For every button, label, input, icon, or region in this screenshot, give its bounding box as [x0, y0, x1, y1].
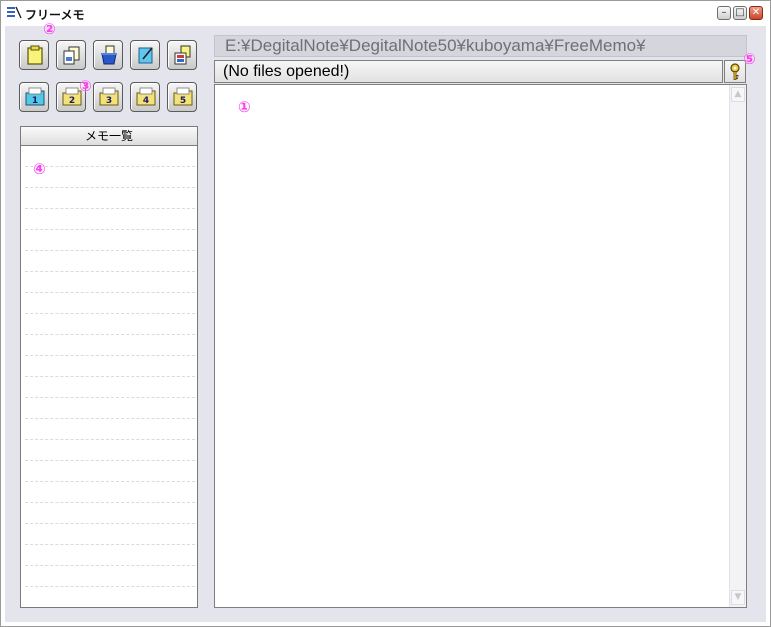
- app-icon: [7, 6, 22, 19]
- folder-3-button[interactable]: 3: [93, 82, 123, 112]
- memo-editor[interactable]: ▲ ▼: [214, 84, 747, 608]
- annotation-marker-4: ④: [33, 160, 46, 178]
- folder-3-label: 3: [106, 96, 112, 106]
- memo-list-row[interactable]: [25, 334, 195, 335]
- memo-list-row[interactable]: [25, 481, 195, 482]
- app-window: フリーメモ – □ ✕ 1 2 3 4 5 メモ一覧 E:¥DegitalNot…: [0, 0, 771, 627]
- annotation-marker-5: ⑤: [743, 50, 756, 68]
- memo-list-row[interactable]: [25, 586, 195, 587]
- title-bar[interactable]: フリーメモ – □ ✕: [1, 1, 770, 25]
- open-memo-icon: [63, 46, 80, 65]
- save-memo-icon: [174, 45, 191, 65]
- memo-list-row[interactable]: [25, 271, 195, 272]
- delete-memo-button[interactable]: [93, 40, 123, 70]
- folder-5-icon: 5: [173, 87, 193, 106]
- memo-list-row[interactable]: [25, 418, 195, 419]
- save-memo-button[interactable]: [167, 40, 197, 70]
- memo-list-row[interactable]: [25, 355, 195, 356]
- folder-1-icon: 1: [25, 87, 45, 106]
- folder-5-label: 5: [180, 96, 186, 106]
- folder-5-button[interactable]: 5: [167, 82, 197, 112]
- annotation-marker-2: ②: [43, 20, 56, 38]
- folder-4-label: 4: [143, 96, 149, 106]
- edit-memo-icon: [138, 47, 153, 64]
- folder-4-button[interactable]: 4: [130, 82, 160, 112]
- folder-1-button[interactable]: 1: [19, 82, 49, 112]
- memo-list-row[interactable]: [25, 502, 195, 503]
- maximize-icon: □: [735, 7, 745, 18]
- file-status-bar: (No files opened!): [214, 60, 723, 83]
- annotation-marker-1: ①: [238, 98, 251, 116]
- folder-path-display: E:¥DegitalNote¥DegitalNote50¥kuboyama¥Fr…: [214, 35, 747, 57]
- memo-list-row[interactable]: [25, 544, 195, 545]
- folder-2-label: 2: [69, 96, 75, 106]
- memo-list-row[interactable]: [25, 313, 195, 314]
- close-icon: ✕: [751, 7, 761, 18]
- annotation-marker-3: ③: [79, 77, 92, 95]
- memo-list-header: メモ一覧: [20, 126, 198, 146]
- minimize-button[interactable]: –: [717, 6, 731, 20]
- delete-memo-icon: [101, 45, 117, 65]
- memo-list-row[interactable]: [25, 166, 195, 167]
- memo-list-row[interactable]: [25, 439, 195, 440]
- memo-list-row[interactable]: [25, 376, 195, 377]
- memo-list[interactable]: [20, 146, 198, 608]
- scroll-up-icon[interactable]: ▲: [731, 87, 745, 102]
- edit-memo-button[interactable]: [130, 40, 160, 70]
- maximize-button[interactable]: □: [733, 6, 747, 20]
- memo-list-row[interactable]: [25, 523, 195, 524]
- editor-scrollbar[interactable]: ▲ ▼: [729, 85, 746, 607]
- minimize-icon: –: [721, 7, 727, 18]
- client-area: 1 2 3 4 5 メモ一覧 E:¥DegitalNote¥DegitalNot…: [5, 20, 766, 622]
- memo-list-row[interactable]: [25, 460, 195, 461]
- memo-list-row[interactable]: [25, 208, 195, 209]
- memo-list-row[interactable]: [25, 292, 195, 293]
- close-button[interactable]: ✕: [749, 6, 763, 20]
- folder-4-icon: 4: [136, 87, 156, 106]
- folder-1-label: 1: [32, 96, 38, 106]
- memo-list-row[interactable]: [25, 565, 195, 566]
- key-icon: [730, 63, 740, 80]
- memo-list-row[interactable]: [25, 250, 195, 251]
- memo-list-row[interactable]: [25, 229, 195, 230]
- memo-list-row[interactable]: [25, 397, 195, 398]
- new-memo-icon: [27, 45, 43, 65]
- new-memo-button[interactable]: [19, 40, 49, 70]
- memo-list-row[interactable]: [25, 187, 195, 188]
- folder-3-icon: 3: [99, 87, 119, 106]
- open-memo-button[interactable]: [56, 40, 86, 70]
- scroll-down-icon[interactable]: ▼: [731, 590, 745, 605]
